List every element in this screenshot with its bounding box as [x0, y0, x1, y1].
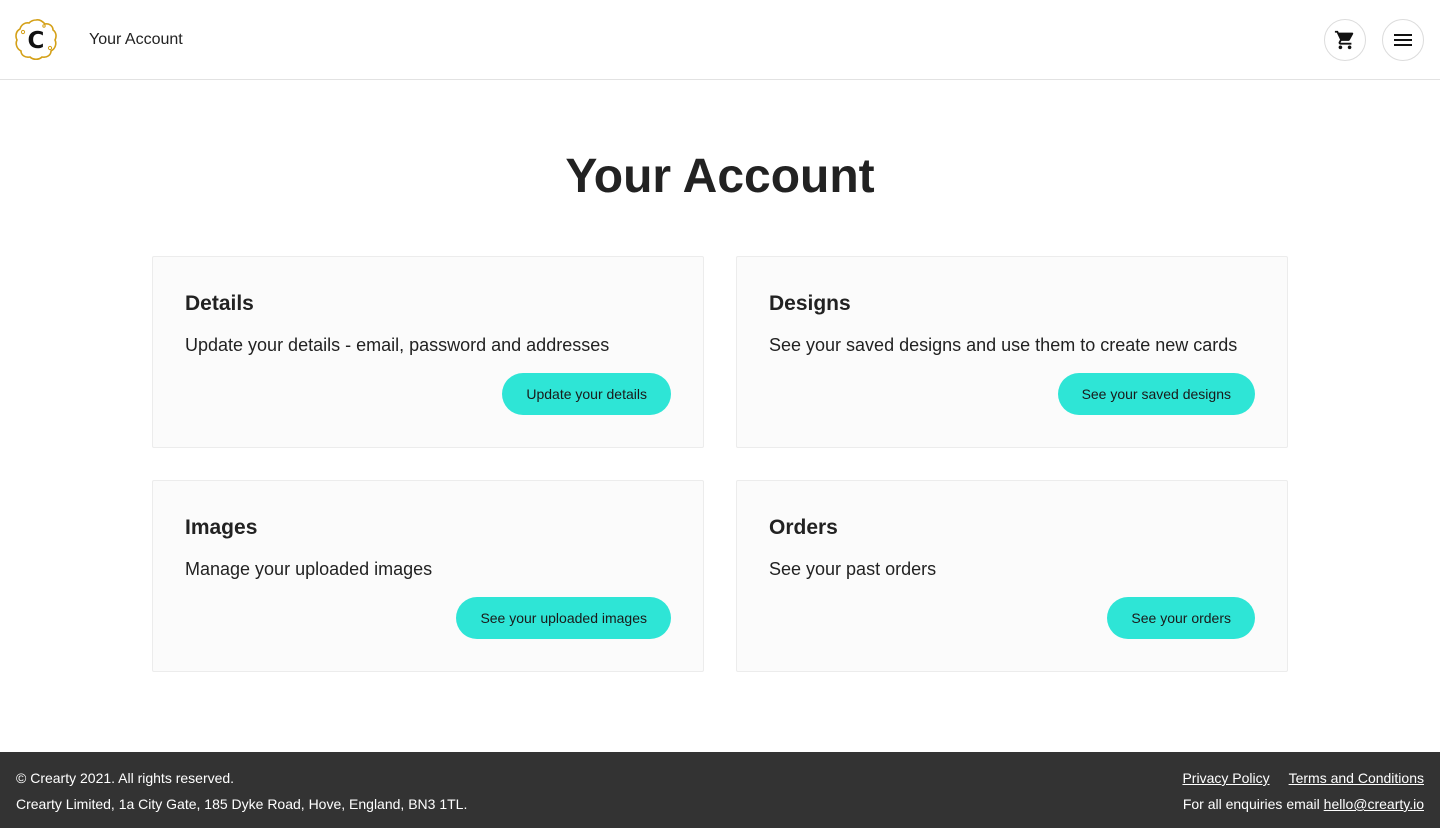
saved-designs-button[interactable]: See your saved designs [1057, 373, 1255, 415]
copyright-text: © Crearty 2021. All rights reserved. [16, 770, 235, 786]
footer: © Crearty 2021. All rights reserved. Cre… [0, 752, 1440, 828]
uploaded-images-button[interactable]: See your uploaded images [456, 597, 671, 639]
card-description: See your saved designs and use them to c… [769, 335, 1238, 355]
enquiries-line: For all enquiries email hello@crearty.io [1183, 795, 1424, 813]
enquiries-label: For all enquiries email [1182, 796, 1320, 812]
top-header: C Your Account [0, 0, 1440, 80]
menu-button[interactable] [1382, 19, 1424, 61]
designs-card: Designs See your saved designs and use t… [736, 256, 1288, 448]
hamburger-menu-icon [1394, 34, 1412, 46]
page: C Your Account Your Account Details Upda… [0, 0, 1440, 828]
card-description: Manage your uploaded images [185, 559, 433, 579]
page-title: Your Account [565, 150, 875, 203]
header-title: Your Account [89, 31, 183, 48]
update-details-button[interactable]: Update your details [502, 373, 671, 415]
card-title: Designs [769, 292, 851, 315]
cart-button[interactable] [1324, 19, 1366, 61]
card-description: Update your details - email, password an… [185, 335, 610, 355]
orders-button[interactable]: See your orders [1107, 597, 1255, 639]
card-title: Images [185, 516, 258, 539]
email-link[interactable]: hello@crearty.io [1324, 796, 1424, 812]
terms-and-conditions-link[interactable]: Terms and Conditions [1289, 769, 1424, 787]
images-card: Images Manage your uploaded images See y… [152, 480, 704, 672]
company-address: Crearty Limited, 1a City Gate, 185 Dyke … [16, 796, 468, 812]
footer-links: Privacy Policy Terms and Conditions [1182, 769, 1424, 787]
card-title: Orders [769, 516, 838, 539]
crearty-logo[interactable]: C [14, 17, 58, 61]
orders-card: Orders See your past orders See your ord… [736, 480, 1288, 672]
logo-letter: C [28, 28, 45, 54]
card-description: See your past orders [769, 559, 937, 579]
privacy-policy-link[interactable]: Privacy Policy [1182, 769, 1269, 787]
details-card: Details Update your details - email, pas… [152, 256, 704, 448]
cart-icon [1334, 30, 1354, 50]
card-title: Details [185, 292, 254, 315]
